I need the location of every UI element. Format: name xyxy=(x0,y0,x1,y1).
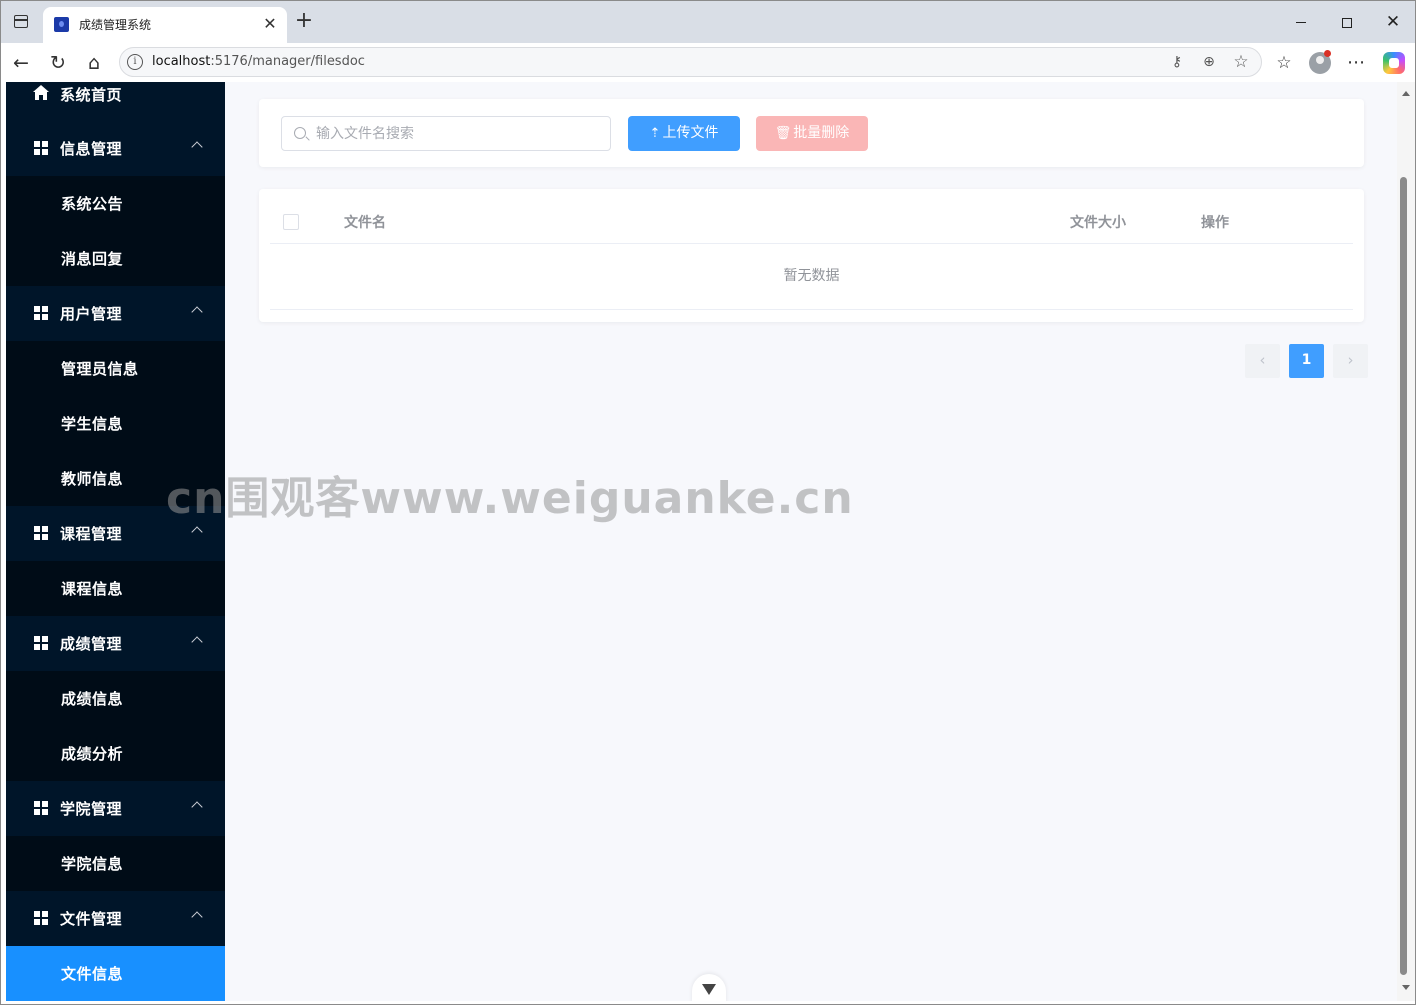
zoom-icon[interactable]: ⊕ xyxy=(1199,52,1219,72)
sidebar-item-announcements[interactable]: 系统公告 xyxy=(6,176,225,231)
page-number-1[interactable]: 1 xyxy=(1289,344,1324,378)
grid-icon xyxy=(34,636,48,650)
scrollbar-thumb[interactable] xyxy=(1400,177,1407,975)
upload-file-button[interactable]: ⇡ 上传文件 xyxy=(628,116,740,151)
sidebar-group-users[interactable]: 用户管理 xyxy=(6,286,225,341)
key-icon[interactable]: ⚷ xyxy=(1167,52,1187,72)
sidebar-item-grade-analysis[interactable]: 成绩分析 xyxy=(6,726,225,781)
main-content: ⇡上传文件 🗑批量删除 文件名 文件大小 操作 暂无数据 ‹ 1 › xyxy=(225,82,1397,1001)
chevron-up-icon xyxy=(191,636,203,648)
chevron-up-icon xyxy=(191,141,203,153)
batch-delete-button[interactable]: 🗑 批量删除 xyxy=(756,116,868,151)
back-icon[interactable]: ← xyxy=(9,51,33,75)
search-toolbar: ⇡上传文件 🗑批量删除 xyxy=(259,99,1364,167)
browser-window: 成绩管理系统 ✕ + ✕ ← ↻ ⌂ i localhost:5176/mana… xyxy=(0,0,1416,1005)
column-header-filename[interactable]: 文件名 xyxy=(344,212,386,232)
url-text[interactable]: localhost:5176/manager/filesdoc xyxy=(152,54,365,69)
chevron-up-icon xyxy=(191,801,203,813)
tab-title: 成绩管理系统 xyxy=(79,18,152,32)
empty-state-text: 暂无数据 xyxy=(270,245,1353,310)
select-all-checkbox[interactable] xyxy=(283,214,299,230)
file-table: 文件名 文件大小 操作 暂无数据 xyxy=(259,189,1364,322)
scroll-up-icon[interactable] xyxy=(1402,91,1410,96)
sidebar-menu: 系统首页 信息管理 系统公告 消息回复 用户管理 管理员信息 学生信息 教师信息… xyxy=(6,82,225,1001)
grid-icon xyxy=(34,141,48,155)
house-icon xyxy=(33,85,49,101)
search-icon xyxy=(294,127,306,139)
sidebar-item-student-info[interactable]: 学生信息 xyxy=(6,396,225,451)
profile-icon[interactable] xyxy=(1309,50,1331,74)
sidebar-item-home[interactable]: 系统首页 xyxy=(6,82,225,117)
window-close-icon[interactable]: ✕ xyxy=(1382,11,1404,33)
minimize-icon[interactable] xyxy=(1290,11,1312,33)
chevron-up-icon xyxy=(191,526,203,538)
scroll-down-icon[interactable] xyxy=(1402,985,1410,990)
page-viewport: 系统首页 信息管理 系统公告 消息回复 用户管理 管理员信息 学生信息 教师信息… xyxy=(6,82,1397,1001)
next-page-button[interactable]: › xyxy=(1333,344,1368,378)
column-header-actions: 操作 xyxy=(1201,215,1229,231)
sidebar-toggle-icon[interactable] xyxy=(11,12,31,32)
home-icon[interactable]: ⌂ xyxy=(82,51,106,75)
close-icon[interactable]: ✕ xyxy=(261,15,279,33)
navigation-bar: ← ↻ ⌂ i localhost:5176/manager/filesdoc … xyxy=(1,43,1415,82)
search-box[interactable] xyxy=(281,116,611,151)
sidebar-item-college-info[interactable]: 学院信息 xyxy=(6,836,225,891)
more-icon[interactable]: ⋯ xyxy=(1344,51,1368,75)
watermark-text: cn围观客www.weiguanke.cn xyxy=(166,473,854,524)
vue-devtools-icon[interactable] xyxy=(692,974,726,1001)
address-bar[interactable]: i localhost:5176/manager/filesdoc ⚷ ⊕ ☆ xyxy=(119,47,1262,77)
info-icon[interactable]: i xyxy=(127,54,143,70)
search-input[interactable] xyxy=(316,117,606,150)
maximize-icon[interactable] xyxy=(1336,11,1358,33)
grid-icon xyxy=(34,306,48,320)
chevron-up-icon xyxy=(191,911,203,923)
sidebar-item-admin-info[interactable]: 管理员信息 xyxy=(6,341,225,396)
table-header: 文件名 文件大小 操作 xyxy=(270,199,1353,244)
tab-bar: 成绩管理系统 ✕ + ✕ xyxy=(1,1,1415,43)
plus-icon[interactable]: + xyxy=(293,10,315,33)
sidebar-group-files[interactable]: 文件管理 xyxy=(6,891,225,946)
sidebar-item-file-info[interactable]: 文件信息 xyxy=(6,946,225,1001)
browser-tab[interactable]: 成绩管理系统 ✕ xyxy=(43,7,287,43)
sidebar-item-course-info[interactable]: 课程信息 xyxy=(6,561,225,616)
sidebar-group-grades[interactable]: 成绩管理 xyxy=(6,616,225,671)
sidebar-group-colleges[interactable]: 学院管理 xyxy=(6,781,225,836)
reload-icon[interactable]: ↻ xyxy=(46,51,70,75)
sidebar-item-grade-info[interactable]: 成绩信息 xyxy=(6,671,225,726)
column-header-filesize[interactable]: 文件大小 xyxy=(1070,212,1126,232)
page-scrollbar[interactable] xyxy=(1397,82,1415,1001)
favicon-icon xyxy=(54,17,69,32)
grid-icon xyxy=(34,526,48,540)
sidebar-group-info[interactable]: 信息管理 xyxy=(6,121,225,176)
star-icon[interactable]: ☆ xyxy=(1231,52,1251,72)
chevron-up-icon xyxy=(191,306,203,318)
upload-icon: ⇡ xyxy=(649,126,661,141)
copilot-icon[interactable] xyxy=(1383,52,1405,74)
sidebar-item-message-replies[interactable]: 消息回复 xyxy=(6,231,225,286)
trash-icon: 🗑 xyxy=(774,126,792,141)
grid-icon xyxy=(34,801,48,815)
prev-page-button[interactable]: ‹ xyxy=(1245,344,1280,378)
favorites-icon[interactable]: ☆ xyxy=(1272,51,1296,75)
grid-icon xyxy=(34,911,48,925)
